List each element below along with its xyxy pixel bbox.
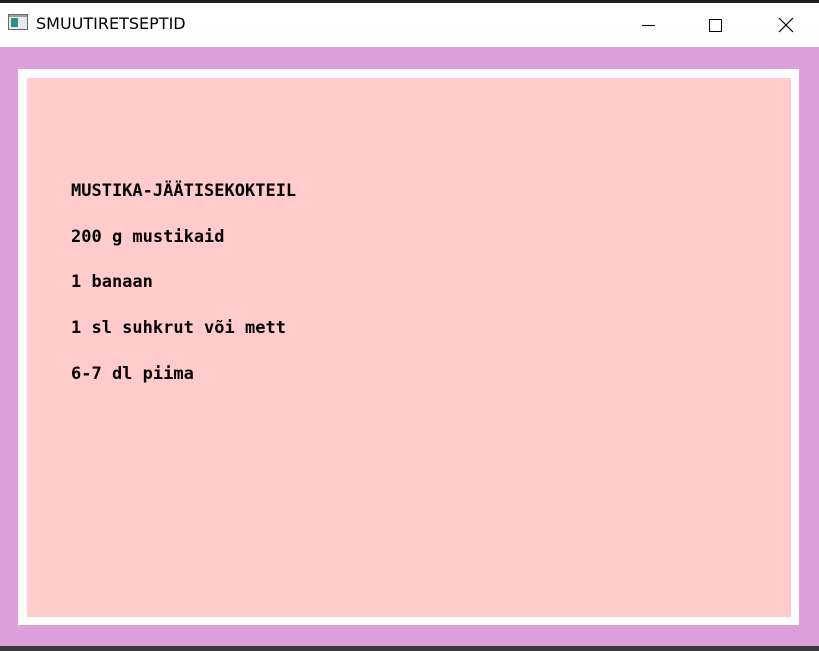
minimize-icon: [641, 24, 655, 26]
maximize-button[interactable]: [692, 3, 738, 47]
app-window: SMUUTIRETSEPTID MUSTIKA-JÄÄTISEKOKTEIL 2…: [0, 0, 819, 646]
recipe-title: MUSTIKA-JÄÄTISEKOKTEIL: [71, 181, 297, 201]
ingredient-line: 1 sl suhkrut või mett: [71, 318, 286, 338]
maximize-icon: [708, 18, 722, 32]
ingredient-line: 6-7 dl piima: [71, 364, 194, 384]
window-title: SMUUTIRETSEPTID: [36, 14, 186, 33]
close-icon: [778, 17, 794, 33]
ingredient-line: 200 g mustikaid: [71, 227, 225, 247]
minimize-button[interactable]: [625, 3, 671, 47]
title-bar[interactable]: SMUUTIRETSEPTID: [0, 0, 819, 47]
recipe-panel: MUSTIKA-JÄÄTISEKOKTEIL 200 g mustikaid 1…: [27, 78, 791, 617]
background-strip: [0, 646, 819, 651]
recipe-panel-frame: MUSTIKA-JÄÄTISEKOKTEIL 200 g mustikaid 1…: [18, 69, 799, 625]
ingredient-line: 1 banaan: [71, 272, 153, 292]
close-button[interactable]: [763, 3, 809, 47]
window-app-icon[interactable]: [8, 14, 28, 30]
